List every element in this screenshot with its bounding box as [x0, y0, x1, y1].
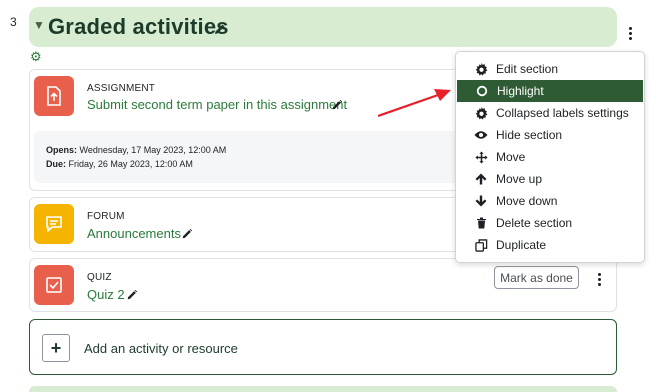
activity-link[interactable]: Submit second term paper in this assignm…: [87, 97, 347, 112]
opens-date: Opens: Wednesday, 17 May 2023, 12:00 AM: [46, 145, 227, 155]
menu-item-label: Move: [496, 150, 526, 164]
gear-icon: [474, 62, 488, 76]
next-section-header: [29, 386, 617, 392]
pencil-icon[interactable]: [126, 289, 138, 301]
section-title[interactable]: Graded activities: [48, 14, 229, 40]
activity-type-label: QUIZ: [87, 272, 112, 283]
activity-actions-kebab-icon[interactable]: [596, 271, 604, 287]
forum-icon: [34, 204, 74, 244]
menu-item-label: Move up: [496, 172, 543, 186]
activity-link[interactable]: Announcements: [87, 226, 181, 241]
activity-card-quiz: QUIZ Quiz 2 Mark as done: [29, 258, 617, 312]
section-actions-menu: Edit section Highlight Collapsed labels …: [455, 51, 645, 263]
menu-item-label: Move down: [496, 194, 558, 208]
menu-item-label: Edit section: [496, 62, 559, 76]
due-date: Due: Friday, 26 May 2023, 12:00 AM: [46, 159, 193, 169]
section-header[interactable]: ▼ Graded activities: [29, 7, 617, 47]
move-icon: [474, 150, 488, 164]
add-activity-button[interactable]: + Add an activity or resource: [29, 319, 617, 375]
menu-item-delete-section[interactable]: Delete section: [456, 212, 644, 234]
collapse-triangle-icon[interactable]: ▼: [33, 19, 45, 31]
assignment-icon: [34, 76, 74, 116]
arrow-up-icon: [474, 172, 488, 186]
menu-item-label: Delete section: [496, 216, 573, 230]
section-actions-kebab-icon[interactable]: [623, 24, 639, 42]
add-activity-label: Add an activity or resource: [84, 341, 238, 356]
duplicate-icon: [474, 238, 488, 252]
menu-item-label: Highlight: [497, 84, 544, 98]
eye-icon: [474, 128, 488, 142]
mark-as-done-button[interactable]: Mark as done: [494, 266, 579, 289]
menu-item-collapsed-labels-settings[interactable]: Collapsed labels settings: [456, 102, 644, 124]
menu-item-move[interactable]: Move: [456, 146, 644, 168]
menu-item-highlight[interactable]: Highlight: [457, 80, 643, 102]
arrow-down-icon: [474, 194, 488, 208]
pencil-icon[interactable]: [331, 99, 343, 111]
menu-item-duplicate[interactable]: Duplicate: [456, 234, 644, 256]
activity-type-label: ASSIGNMENT: [87, 83, 156, 94]
activity-link[interactable]: Quiz 2: [87, 287, 125, 302]
menu-item-label: Hide section: [496, 128, 563, 142]
activity-type-label: FORUM: [87, 211, 125, 222]
menu-item-label: Collapsed labels settings: [496, 106, 629, 120]
menu-item-hide-section[interactable]: Hide section: [456, 124, 644, 146]
plus-icon: +: [42, 334, 70, 362]
pencil-icon[interactable]: [213, 22, 227, 36]
section-number: 3: [10, 15, 17, 29]
trash-icon: [474, 216, 488, 230]
gear-icon[interactable]: ⚙: [30, 50, 42, 63]
menu-item-move-up[interactable]: Move up: [456, 168, 644, 190]
activity-dates: Opens: Wednesday, 17 May 2023, 12:00 AM …: [34, 131, 494, 183]
pencil-icon[interactable]: [181, 228, 193, 240]
quiz-icon: [34, 265, 74, 305]
menu-item-label: Duplicate: [496, 238, 547, 252]
circle-icon: [475, 84, 489, 98]
menu-item-move-down[interactable]: Move down: [456, 190, 644, 212]
gear-icon: [474, 106, 488, 120]
menu-item-edit-section[interactable]: Edit section: [456, 58, 644, 80]
